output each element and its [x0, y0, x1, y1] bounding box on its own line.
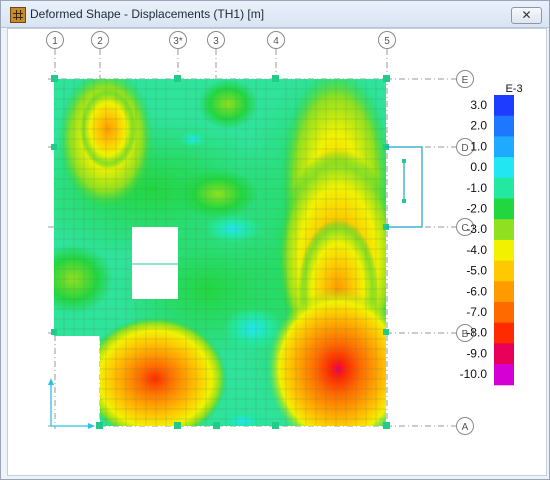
- legend-label: 3.0: [470, 98, 487, 112]
- legend-label: 2.0: [470, 119, 487, 133]
- legend-swatch: [494, 281, 514, 303]
- grid-label-5: 5: [384, 36, 390, 47]
- displacement-contour: [54, 79, 386, 426]
- grid-bubble-5: 5: [378, 31, 396, 49]
- legend-label: -10.0: [460, 367, 488, 381]
- legend-swatch: [494, 115, 514, 137]
- legend-swatch: [494, 322, 514, 344]
- close-button[interactable]: ✕: [511, 7, 542, 24]
- legend-label: -5.0: [466, 264, 487, 278]
- legend-label: -8.0: [466, 326, 487, 340]
- legend-swatch: [494, 343, 514, 365]
- legend-swatch: [494, 157, 514, 179]
- grid-bubble-3: 3: [207, 31, 225, 49]
- title-bar[interactable]: Deformed Shape - Displacements (TH1) [m]…: [1, 1, 549, 28]
- grid-label-1: 1: [52, 36, 58, 47]
- legend-swatch: [494, 95, 514, 117]
- grid-bubble-1: 1: [46, 31, 64, 49]
- grid-label-E: E: [462, 75, 469, 86]
- legend-label: -7.0: [466, 305, 487, 319]
- deformed-shape-window: Deformed Shape - Displacements (TH1) [m]…: [0, 0, 550, 480]
- grid-label-2: 2: [97, 36, 103, 47]
- column-bubbles: 1 2 3* 3 4 5: [46, 31, 396, 49]
- legend-swatch: [494, 177, 514, 199]
- grid-bubble-4: 4: [267, 31, 285, 49]
- grid-label-4: 4: [273, 36, 279, 47]
- legend-swatch: [494, 302, 514, 324]
- legend-swatch: [494, 219, 514, 241]
- legend-label: 0.0: [470, 160, 487, 174]
- grid-label-A: A: [462, 422, 469, 433]
- balcony-frame: [386, 146, 423, 228]
- grid-label-3star: 3*: [173, 36, 183, 47]
- window-title: Deformed Shape - Displacements (TH1) [m]: [30, 7, 265, 21]
- legend-label: -2.0: [466, 202, 487, 216]
- grid-bubble-E: E: [456, 70, 474, 88]
- legend-swatch: [494, 239, 514, 262]
- grid-bubble-3star: 3*: [169, 31, 187, 49]
- legend-label: 1.0: [470, 139, 487, 153]
- contour-plot: 1 2 3* 3 4 5 E D C B A E-3 3.02.01.00.0-…: [46, 31, 523, 435]
- legend-swatch: [494, 260, 514, 282]
- legend-label: -4.0: [466, 243, 487, 257]
- legend-swatch: [494, 198, 514, 220]
- grid-bubble-A: A: [456, 417, 474, 435]
- legend-label: -1.0: [466, 181, 487, 195]
- legend-swatch: [494, 136, 514, 158]
- plot-canvas[interactable]: 1 2 3* 3 4 5 E D C B A E-3 3.0 2.0 1.0 0…: [7, 28, 547, 476]
- app-icon: [10, 7, 26, 23]
- legend-label: -6.0: [466, 284, 487, 298]
- legend-label: -9.0: [466, 346, 487, 360]
- grid-bubble-2: 2: [91, 31, 109, 49]
- legend-swatches: [494, 95, 514, 386]
- legend-label: -3.0: [466, 222, 487, 236]
- legend-swatch: [494, 364, 514, 386]
- grid-label-D: D: [461, 143, 468, 154]
- legend-unit: E-3: [505, 83, 522, 95]
- grid-label-3: 3: [213, 36, 219, 47]
